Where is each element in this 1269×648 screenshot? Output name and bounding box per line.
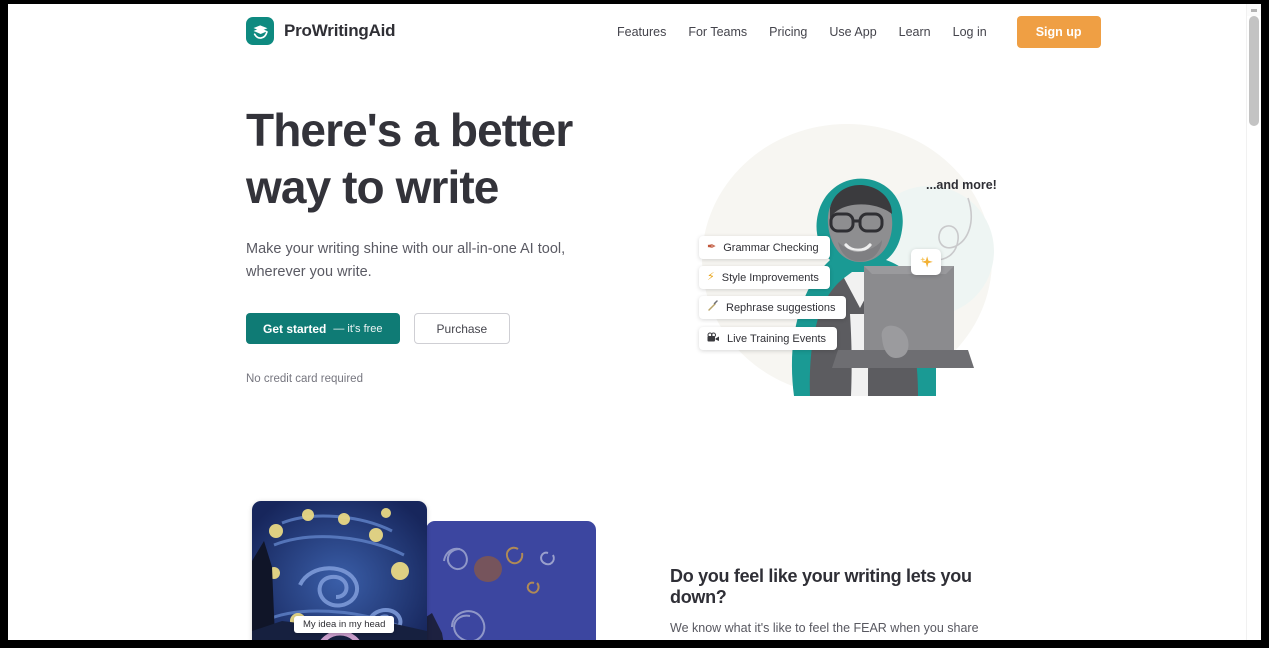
nav-pricing[interactable]: Pricing bbox=[758, 19, 818, 45]
scroll-up-arrow-icon[interactable] bbox=[1247, 4, 1261, 16]
feather-pen-icon: ✒ bbox=[707, 241, 717, 253]
scrollbar-thumb[interactable] bbox=[1249, 16, 1259, 126]
brand-name: ProWritingAid bbox=[284, 21, 396, 40]
page-content: ProWritingAid Features For Teams Pricing… bbox=[8, 4, 1246, 640]
idea-card-caption: My idea in my head bbox=[294, 616, 395, 633]
nav-for-teams[interactable]: For Teams bbox=[677, 19, 758, 45]
lightning-bolt-icon: ⚡ bbox=[707, 271, 715, 283]
sign-up-button[interactable]: Sign up bbox=[1016, 16, 1101, 48]
page-viewport: ProWritingAid Features For Teams Pricing… bbox=[8, 4, 1261, 640]
feature-pill: Rephrase suggestions bbox=[699, 296, 847, 319]
nav-learn[interactable]: Learn bbox=[888, 19, 942, 45]
hero-title: There's a better way to write bbox=[246, 104, 573, 213]
purchase-button[interactable]: Purchase bbox=[413, 313, 511, 344]
browser-window: ProWritingAid Features For Teams Pricing… bbox=[0, 0, 1269, 648]
doodle-card bbox=[426, 521, 596, 640]
hero-illustration: ...and more! ✒ Grammar Checking ⚡ Style … bbox=[668, 100, 1028, 400]
site-header: ProWritingAid Features For Teams Pricing… bbox=[8, 4, 1246, 60]
feature-pill-label: Style Improvements bbox=[721, 271, 819, 284]
feature-pill: ✒ Grammar Checking bbox=[699, 236, 830, 259]
feature-pill-label: Rephrase suggestions bbox=[726, 301, 836, 314]
magic-wand-icon bbox=[707, 300, 719, 315]
no-credit-card-note: No credit card required bbox=[246, 373, 363, 385]
get-started-note: — it's free bbox=[333, 322, 383, 335]
prowritingaid-book-logo-icon bbox=[246, 17, 274, 45]
writing-section-copy: Do you feel like your writing lets you d… bbox=[670, 566, 1020, 640]
section-body: We know what it's like to feel the FEAR … bbox=[670, 621, 979, 635]
nav-features[interactable]: Features bbox=[606, 19, 677, 45]
and-more-label: ...and more! bbox=[926, 178, 997, 192]
hero-copy: There's a better way to write Make your … bbox=[246, 102, 626, 385]
feature-pill: ⚡ Style Improvements bbox=[699, 266, 830, 289]
get-started-button[interactable]: Get started — it's free bbox=[246, 313, 400, 344]
section-title: Do you feel like your writing lets you d… bbox=[670, 566, 972, 607]
idea-comparison-cards: My idea in my head bbox=[246, 486, 606, 640]
video-camera-icon bbox=[707, 332, 720, 346]
nav-use-app[interactable]: Use App bbox=[818, 19, 887, 45]
hero-subtitle: Make your writing shine with our all-in-… bbox=[246, 241, 566, 280]
sparkle-icon bbox=[911, 249, 941, 275]
hero-cta-group: Get started — it's free Purchase bbox=[246, 313, 626, 344]
get-started-label: Get started bbox=[263, 321, 327, 336]
feature-pill: Live Training Events bbox=[699, 327, 838, 350]
vertical-scrollbar[interactable] bbox=[1246, 4, 1261, 640]
primary-nav: Features For Teams Pricing Use App Learn… bbox=[606, 4, 1101, 60]
feature-pill-label: Grammar Checking bbox=[723, 241, 819, 254]
feature-pill-label: Live Training Events bbox=[727, 332, 827, 345]
nav-log-in[interactable]: Log in bbox=[942, 19, 998, 45]
brand-logo-link[interactable]: ProWritingAid bbox=[246, 17, 396, 45]
